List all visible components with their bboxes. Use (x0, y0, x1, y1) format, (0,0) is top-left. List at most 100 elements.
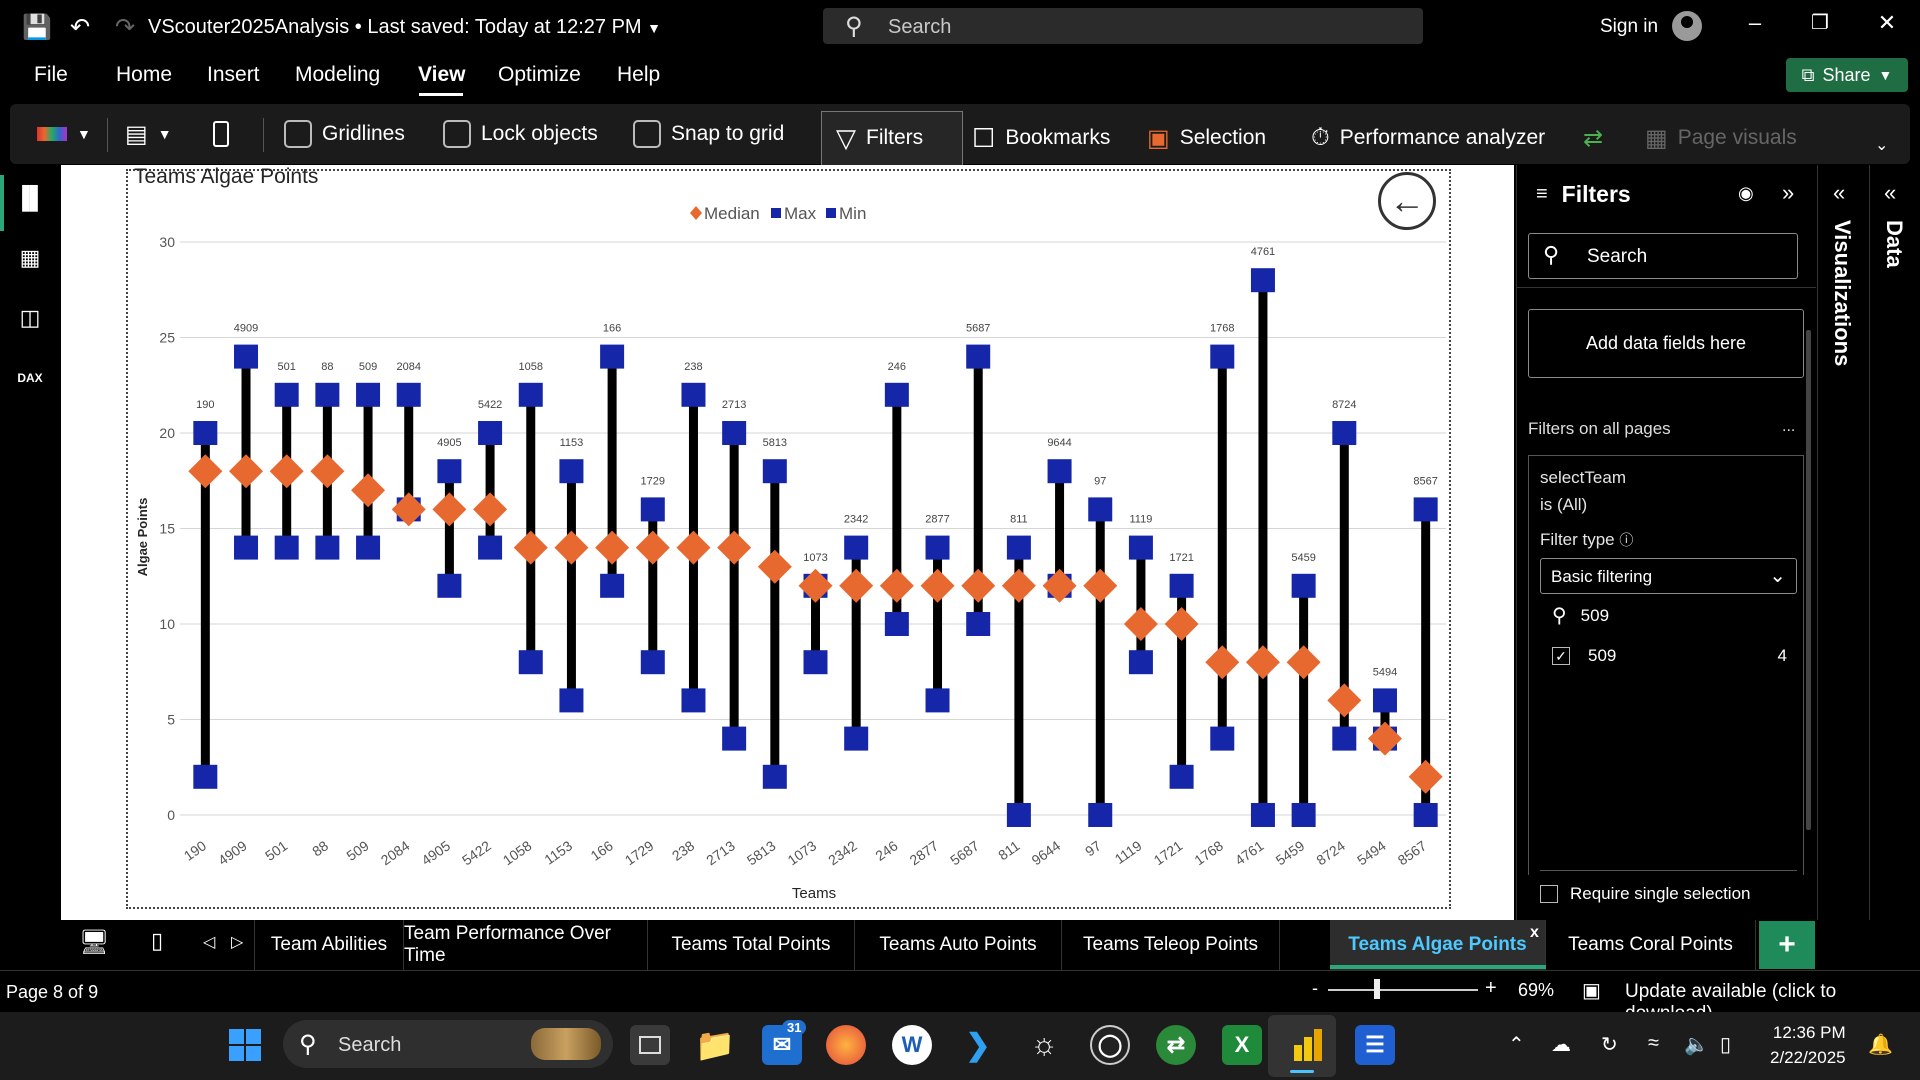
firefox-icon[interactable] (826, 1025, 866, 1065)
taskbar-search[interactable]: ⚲ Search (283, 1020, 613, 1068)
checkbox[interactable] (1540, 885, 1558, 903)
zoom-out-button[interactable]: - (1312, 978, 1318, 999)
zoom-in-button[interactable]: + (1485, 977, 1497, 1000)
app-sync-icon[interactable]: ⇄ (1156, 1025, 1196, 1065)
filters-ribbon-label[interactable]: ▽ Filters (836, 108, 923, 168)
gridlines-checkbox[interactable]: Gridlines (284, 104, 405, 164)
windows-start-icon[interactable] (225, 1025, 265, 1065)
zoom-slider[interactable] (1328, 989, 1478, 991)
save-icon[interactable]: 💾 (22, 12, 52, 42)
more-options-icon[interactable]: ... (1782, 418, 1795, 436)
lock-objects-checkbox[interactable]: Lock objects (443, 104, 598, 164)
menu-modeling[interactable]: Modeling (295, 63, 380, 87)
visualizations-pane-collapsed[interactable]: « Visualizations (1817, 165, 1869, 920)
avatar[interactable] (1672, 11, 1702, 41)
add-data-fields-well[interactable]: Add data fields here (1528, 309, 1804, 378)
table-view-icon[interactable]: ▦ (14, 242, 46, 274)
close-tab-icon[interactable]: x (1530, 924, 1539, 942)
redo-icon[interactable]: ↷ (110, 12, 140, 42)
filters-scrollbar[interactable] (1806, 330, 1811, 830)
data-pane-collapsed[interactable]: « Data (1869, 165, 1920, 920)
theme-dropdown[interactable]: ▼ (37, 104, 91, 164)
app-w-icon[interactable]: W (892, 1025, 932, 1065)
page-visuals-button[interactable]: ▦ Page visuals (1645, 108, 1797, 168)
model-view-icon[interactable]: ◫ (14, 302, 46, 334)
dax-query-view-icon[interactable]: DAX (14, 362, 46, 394)
visual-container[interactable] (126, 169, 1451, 909)
tab-teams-algae-points[interactable]: Teams Algae Points (1330, 920, 1546, 970)
sync-slicers-button[interactable]: ⇄ (1583, 108, 1603, 168)
add-page-button[interactable]: + (1759, 921, 1815, 969)
eye-icon[interactable]: ◉ (1738, 183, 1754, 204)
menu-home[interactable]: Home (116, 63, 172, 87)
excel-icon[interactable]: X (1222, 1025, 1262, 1065)
cloud-icon[interactable]: ☁ (1551, 1032, 1571, 1057)
vscode-icon[interactable]: ❯ (958, 1025, 998, 1065)
checkbox[interactable] (633, 120, 661, 148)
notifications-bell-icon[interactable]: 🔔 (1868, 1032, 1893, 1057)
menu-insert[interactable]: Insert (207, 63, 260, 87)
zoom-level[interactable]: 69% (1518, 980, 1554, 1001)
filter-type-label: Filter type ⓘ (1540, 530, 1634, 549)
checkbox[interactable] (443, 120, 471, 148)
task-view-icon[interactable] (630, 1025, 670, 1065)
tab-team-abilities[interactable]: Team Abilities (254, 920, 404, 970)
tab-teams-coral-points[interactable]: Teams Coral Points (1546, 920, 1756, 970)
sign-in-link[interactable]: Sign in (1600, 16, 1658, 38)
close-icon[interactable]: ✕ (1867, 10, 1907, 36)
page-visuals-icon: ▦ (1645, 124, 1668, 152)
battery-icon[interactable]: ▯ (1720, 1032, 1731, 1057)
filters-search-input[interactable]: ⚲ Search (1528, 233, 1798, 279)
snap-to-grid-checkbox[interactable]: Snap to grid (633, 104, 784, 164)
mobile-layout-button[interactable] (213, 104, 229, 164)
share-button[interactable]: ⧉ Share ▼ (1786, 58, 1908, 92)
filter-card-header[interactable]: selectTeam is (All) (1540, 464, 1626, 518)
minimize-icon[interactable]: – (1735, 10, 1775, 36)
selection-button[interactable]: ▣ Selection (1147, 108, 1266, 168)
fit-to-page-icon[interactable]: ▣ (1582, 978, 1601, 1003)
wifi-icon[interactable]: ≈ (1648, 1032, 1659, 1055)
next-page-icon[interactable]: ▷ (231, 932, 243, 952)
tab-teams-total-points[interactable]: Teams Total Points (648, 920, 855, 970)
checkbox[interactable] (284, 120, 312, 148)
filter-type-select[interactable]: Basic filtering ⌄ (1540, 558, 1797, 594)
volume-icon[interactable]: 🔈 (1684, 1032, 1709, 1057)
bookmarks-button[interactable]: ☐ Bookmarks (972, 108, 1110, 168)
collapse-filters-icon[interactable]: » (1782, 180, 1794, 206)
tab-team-performance-over-time[interactable]: Team Performance Over Time (404, 920, 648, 970)
back-arrow-button[interactable]: ← (1378, 172, 1436, 230)
expand-data-icon[interactable]: « (1884, 180, 1896, 206)
previous-page-icon[interactable]: ◁ (203, 932, 215, 952)
filter-value-search[interactable]: ⚲ 509 (1552, 603, 1609, 628)
file-explorer-icon[interactable]: 📁 (695, 1025, 735, 1065)
divider (1516, 287, 1816, 288)
report-view-icon[interactable]: ▐▌ (14, 182, 46, 214)
chevron-up-icon[interactable]: ⌃ (1508, 1032, 1525, 1057)
document-title[interactable]: VScouter2025Analysis • Last saved: Today… (148, 16, 661, 39)
taskbar-clock[interactable]: 12:36 PM 2/22/2025 (1770, 1020, 1846, 1070)
restore-icon[interactable]: ❐ (1800, 10, 1840, 35)
undo-icon[interactable]: ↶ (65, 12, 95, 42)
performance-analyzer-button[interactable]: ⏱ Performance analyzer (1311, 108, 1545, 168)
menu-optimize[interactable]: Optimize (498, 63, 581, 87)
expand-visualizations-icon[interactable]: « (1833, 180, 1845, 206)
mobile-layout-icon[interactable]: ▯ (151, 928, 163, 954)
filter-card[interactable] (1528, 455, 1804, 875)
require-single-selection-checkbox[interactable]: Require single selection (1540, 884, 1751, 904)
menu-view[interactable]: View (418, 63, 465, 87)
zoom-slider-thumb[interactable] (1374, 979, 1380, 999)
tab-teams-auto-points[interactable]: Teams Auto Points (855, 920, 1062, 970)
checkbox-checked[interactable]: ✓ (1552, 647, 1570, 665)
power-bi-icon[interactable] (1288, 1025, 1328, 1065)
brightness-icon[interactable]: ☼ (1024, 1025, 1064, 1065)
app-dial-icon[interactable]: ◯ (1090, 1025, 1130, 1065)
tab-teams-teleop-points[interactable]: Teams Teleop Points (1062, 920, 1280, 970)
menu-file[interactable]: File (34, 63, 68, 87)
menu-help[interactable]: Help (617, 63, 660, 87)
page-view-dropdown[interactable]: ▤ ▼ (125, 104, 172, 164)
title-search-box[interactable]: ⚲ Search (823, 8, 1423, 44)
desktop-layout-icon[interactable]: 🖥 (79, 928, 109, 957)
refresh-icon[interactable]: ↻ (1601, 1032, 1618, 1057)
notepad-icon[interactable]: ☰ (1355, 1025, 1395, 1065)
filters-pane-title: ≡ Filters (1536, 181, 1631, 207)
